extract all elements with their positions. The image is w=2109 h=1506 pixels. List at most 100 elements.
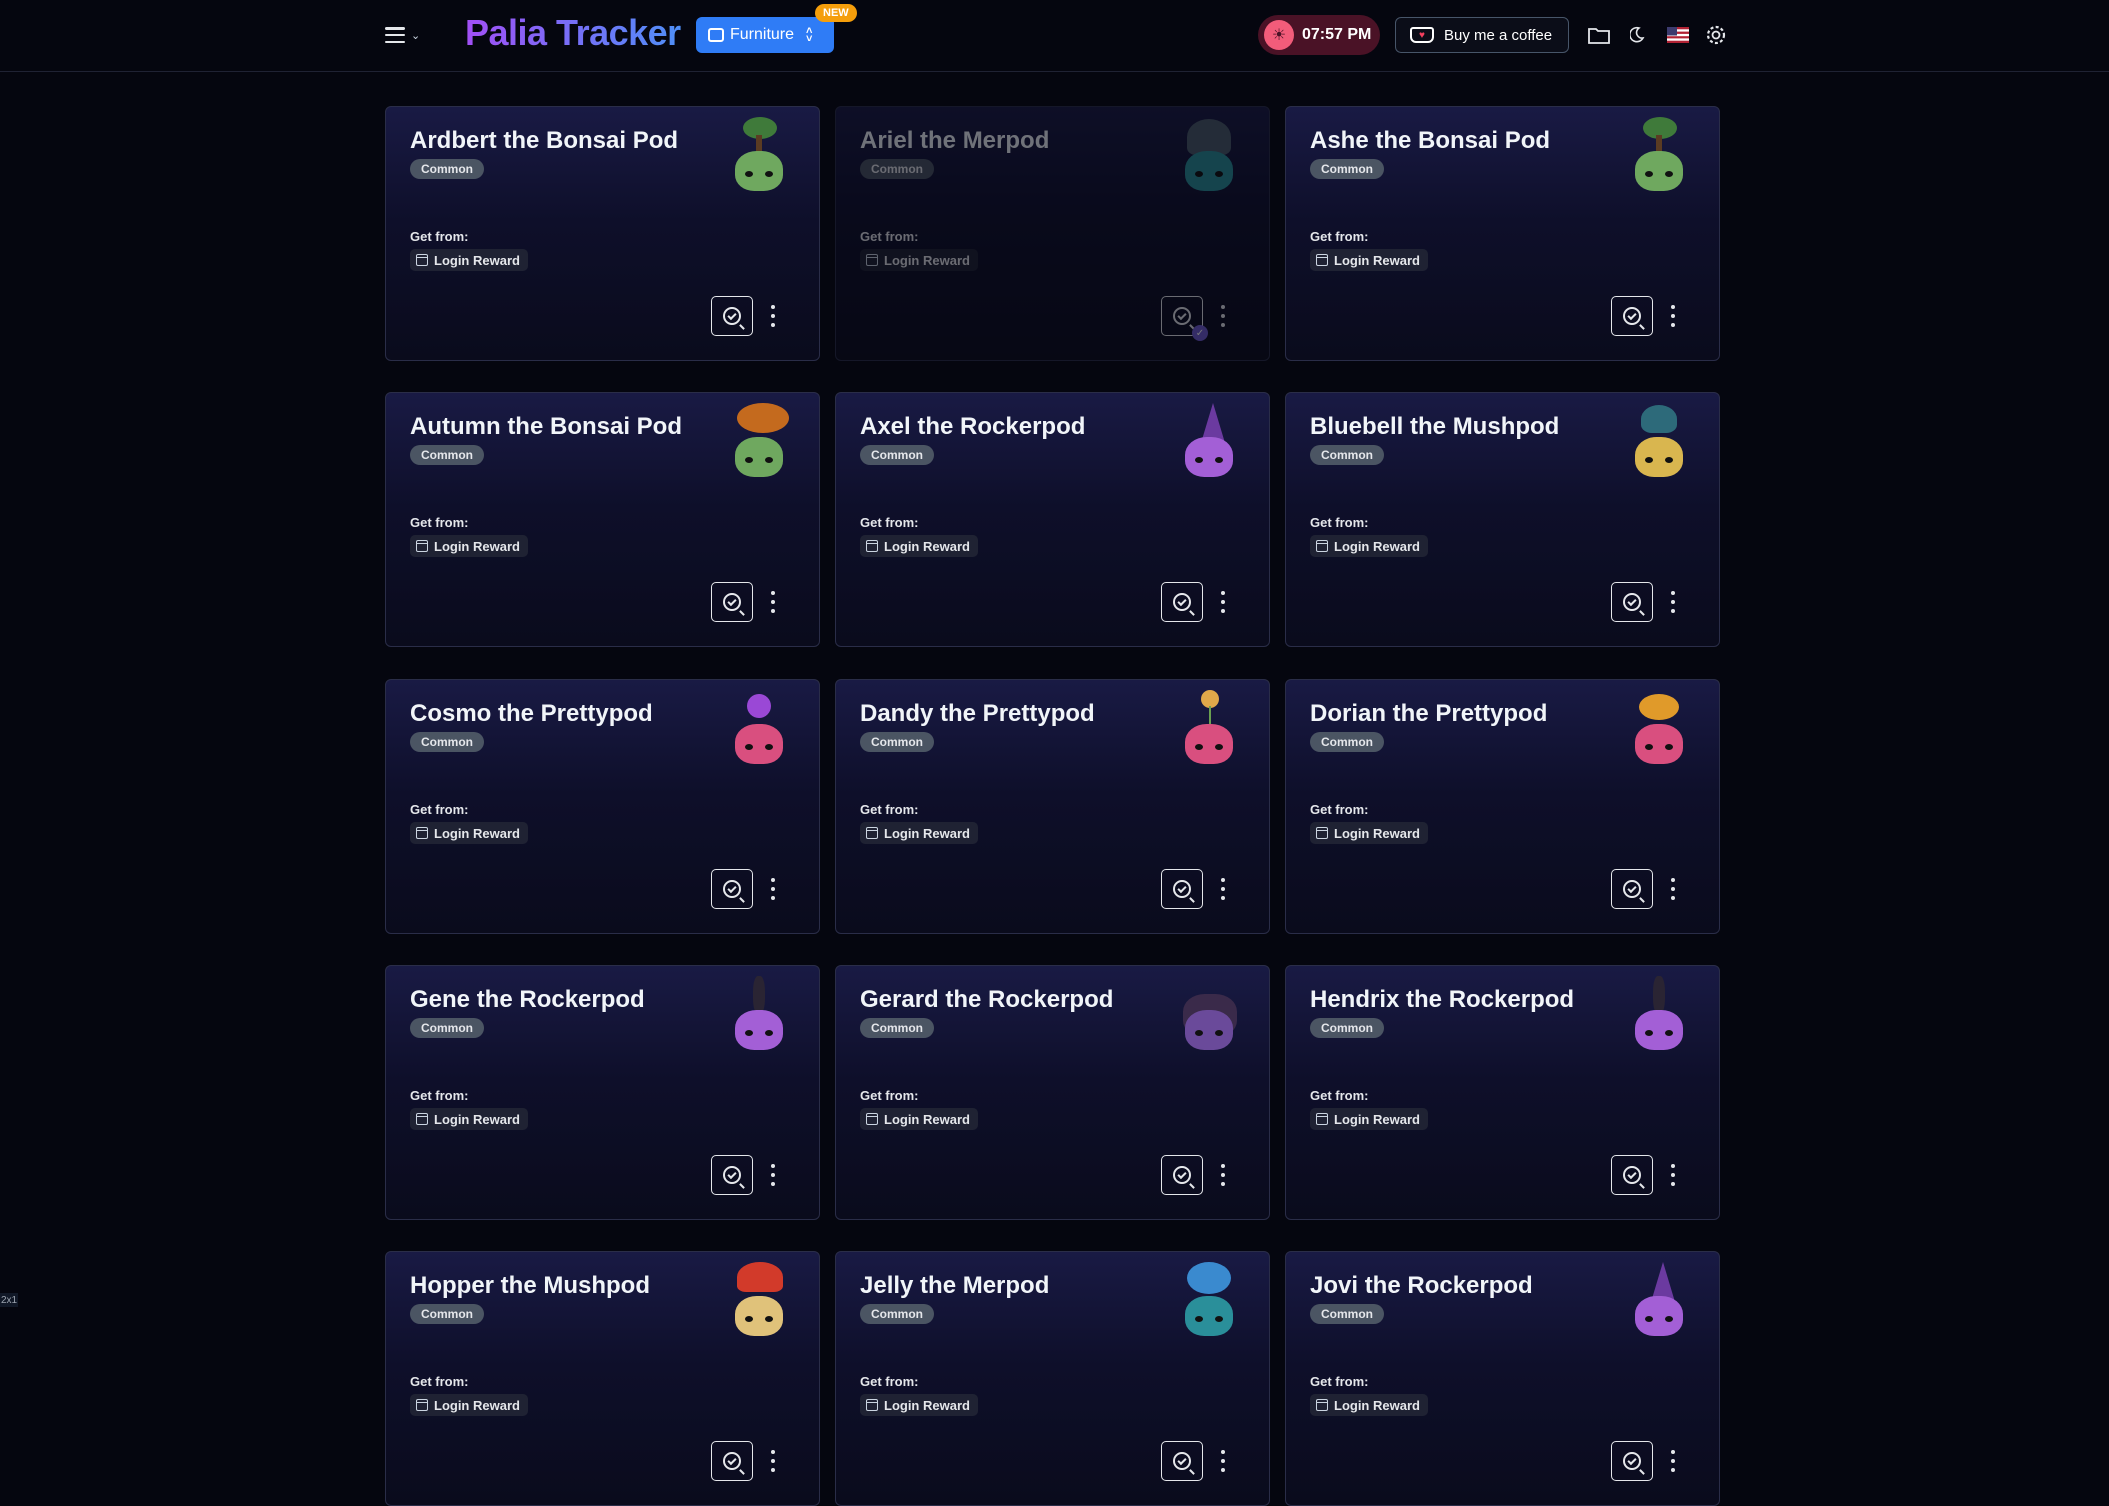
item-name[interactable]: Dorian the Prettypod <box>1310 700 1547 728</box>
source-tag[interactable]: Login Reward <box>860 1108 978 1130</box>
track-button[interactable] <box>1161 582 1203 622</box>
folder-icon[interactable] <box>1586 22 1612 48</box>
track-button[interactable] <box>711 869 753 909</box>
item-card[interactable]: Cosmo the Prettypod Common Get from: Log… <box>385 679 820 934</box>
source-tag[interactable]: Login Reward <box>1310 535 1428 557</box>
item-name[interactable]: Axel the Rockerpod <box>860 413 1085 441</box>
dot-icon <box>1671 887 1675 891</box>
track-button[interactable] <box>711 296 753 336</box>
item-card[interactable]: Ashe the Bonsai Pod Common Get from: Log… <box>1285 106 1720 361</box>
item-name[interactable]: Ashe the Bonsai Pod <box>1310 127 1550 155</box>
track-button[interactable] <box>711 1155 753 1195</box>
dark-mode-icon[interactable] <box>1626 22 1652 48</box>
item-card[interactable]: Hopper the Mushpod Common Get from: Logi… <box>385 1251 820 1506</box>
more-options-button[interactable] <box>1668 1450 1678 1472</box>
search-check-icon <box>1173 307 1191 325</box>
source-tag[interactable]: Login Reward <box>410 1394 528 1416</box>
item-name[interactable]: Jovi the Rockerpod <box>1310 1272 1533 1300</box>
rarity-badge: Common <box>1310 445 1384 465</box>
track-button[interactable] <box>1161 869 1203 909</box>
more-options-button[interactable] <box>1668 878 1678 900</box>
more-options-button[interactable] <box>1218 1164 1228 1186</box>
source-tag[interactable]: Login Reward <box>860 1394 978 1416</box>
item-name[interactable]: Gerard the Rockerpod <box>860 986 1113 1014</box>
menu-button[interactable]: ⌄ <box>385 22 429 48</box>
track-button[interactable] <box>1611 296 1653 336</box>
rarity-badge: Common <box>410 1304 484 1324</box>
source-tag[interactable]: Login Reward <box>410 249 528 271</box>
item-card[interactable]: Hendrix the Rockerpod Common Get from: L… <box>1285 965 1720 1220</box>
track-button[interactable] <box>1611 582 1653 622</box>
item-card[interactable]: Autumn the Bonsai Pod Common Get from: L… <box>385 392 820 647</box>
track-button[interactable] <box>1161 1155 1203 1195</box>
dot-icon <box>1671 1182 1675 1186</box>
item-name[interactable]: Gene the Rockerpod <box>410 986 645 1014</box>
item-name[interactable]: Autumn the Bonsai Pod <box>410 413 682 441</box>
item-card[interactable]: Bluebell the Mushpod Common Get from: Lo… <box>1285 392 1720 647</box>
item-name[interactable]: Ardbert the Bonsai Pod <box>410 127 678 155</box>
item-card[interactable]: Gerard the Rockerpod Common Get from: Lo… <box>835 965 1270 1220</box>
more-options-button[interactable] <box>768 878 778 900</box>
more-options-button[interactable] <box>1218 305 1228 327</box>
source-tag[interactable]: Login Reward <box>410 822 528 844</box>
item-card[interactable]: Dorian the Prettypod Common Get from: Lo… <box>1285 679 1720 934</box>
calendar-icon <box>1316 540 1328 552</box>
track-button[interactable] <box>711 582 753 622</box>
item-name[interactable]: Cosmo the Prettypod <box>410 700 653 728</box>
item-name[interactable]: Ariel the Merpod <box>860 127 1049 155</box>
track-button[interactable] <box>1611 1155 1653 1195</box>
track-button[interactable] <box>1161 1441 1203 1481</box>
rarity-badge: Common <box>1310 1304 1384 1324</box>
buy-coffee-button[interactable]: ♥ Buy me a coffee <box>1395 17 1569 53</box>
more-options-button[interactable] <box>768 1164 778 1186</box>
rarity-badge: Common <box>1310 1018 1384 1038</box>
source-label: Login Reward <box>1334 539 1420 554</box>
item-name[interactable]: Bluebell the Mushpod <box>1310 413 1559 441</box>
us-flag-icon[interactable] <box>1665 22 1691 48</box>
more-options-button[interactable] <box>768 591 778 613</box>
item-card[interactable]: Jelly the Merpod Common Get from: Login … <box>835 1251 1270 1506</box>
track-button[interactable] <box>1611 869 1653 909</box>
source-tag[interactable]: Login Reward <box>1310 1108 1428 1130</box>
item-name[interactable]: Jelly the Merpod <box>860 1272 1049 1300</box>
source-tag[interactable]: Login Reward <box>860 535 978 557</box>
source-tag[interactable]: Login Reward <box>1310 1394 1428 1416</box>
more-options-button[interactable] <box>1218 1450 1228 1472</box>
item-card[interactable]: Gene the Rockerpod Common Get from: Logi… <box>385 965 820 1220</box>
source-tag[interactable]: Login Reward <box>410 1108 528 1130</box>
more-options-button[interactable] <box>1668 305 1678 327</box>
app-logo[interactable]: Palia Tracker <box>465 12 681 54</box>
source-tag[interactable]: Login Reward <box>1310 249 1428 271</box>
game-clock[interactable]: ☀ 07:57 PM <box>1258 15 1380 55</box>
track-button[interactable] <box>711 1441 753 1481</box>
calendar-icon <box>416 827 428 839</box>
more-options-button[interactable] <box>1218 591 1228 613</box>
category-selector[interactable]: Furniture ˄˅ <box>696 17 834 53</box>
source-tag[interactable]: Login Reward <box>1310 822 1428 844</box>
dot-icon <box>1221 314 1225 318</box>
more-options-button[interactable] <box>1218 878 1228 900</box>
item-card[interactable]: Axel the Rockerpod Common Get from: Logi… <box>835 392 1270 647</box>
item-name[interactable]: Hopper the Mushpod <box>410 1272 650 1300</box>
item-name[interactable]: Dandy the Prettypod <box>860 700 1095 728</box>
more-options-button[interactable] <box>1668 1164 1678 1186</box>
track-button[interactable] <box>1611 1441 1653 1481</box>
more-options-button[interactable] <box>1668 591 1678 613</box>
item-image <box>1173 117 1243 197</box>
more-options-button[interactable] <box>768 1450 778 1472</box>
settings-gear-icon[interactable] <box>1703 22 1729 48</box>
source-tag[interactable]: Login Reward <box>410 535 528 557</box>
source-tag[interactable]: Login Reward <box>860 822 978 844</box>
item-image <box>723 117 793 197</box>
track-button[interactable]: ✓ <box>1161 296 1203 336</box>
item-card[interactable]: Jovi the Rockerpod Common Get from: Logi… <box>1285 1251 1720 1506</box>
source-tag[interactable]: Login Reward <box>860 249 978 271</box>
category-label: Furniture <box>730 26 794 44</box>
item-card[interactable]: Ariel the Merpod Common Get from: Login … <box>835 106 1270 361</box>
item-name[interactable]: Hendrix the Rockerpod <box>1310 986 1574 1014</box>
item-card[interactable]: Ardbert the Bonsai Pod Common Get from: … <box>385 106 820 361</box>
item-card[interactable]: Dandy the Prettypod Common Get from: Log… <box>835 679 1270 934</box>
rarity-badge: Common <box>410 445 484 465</box>
more-options-button[interactable] <box>768 305 778 327</box>
calendar-icon <box>1316 1113 1328 1125</box>
